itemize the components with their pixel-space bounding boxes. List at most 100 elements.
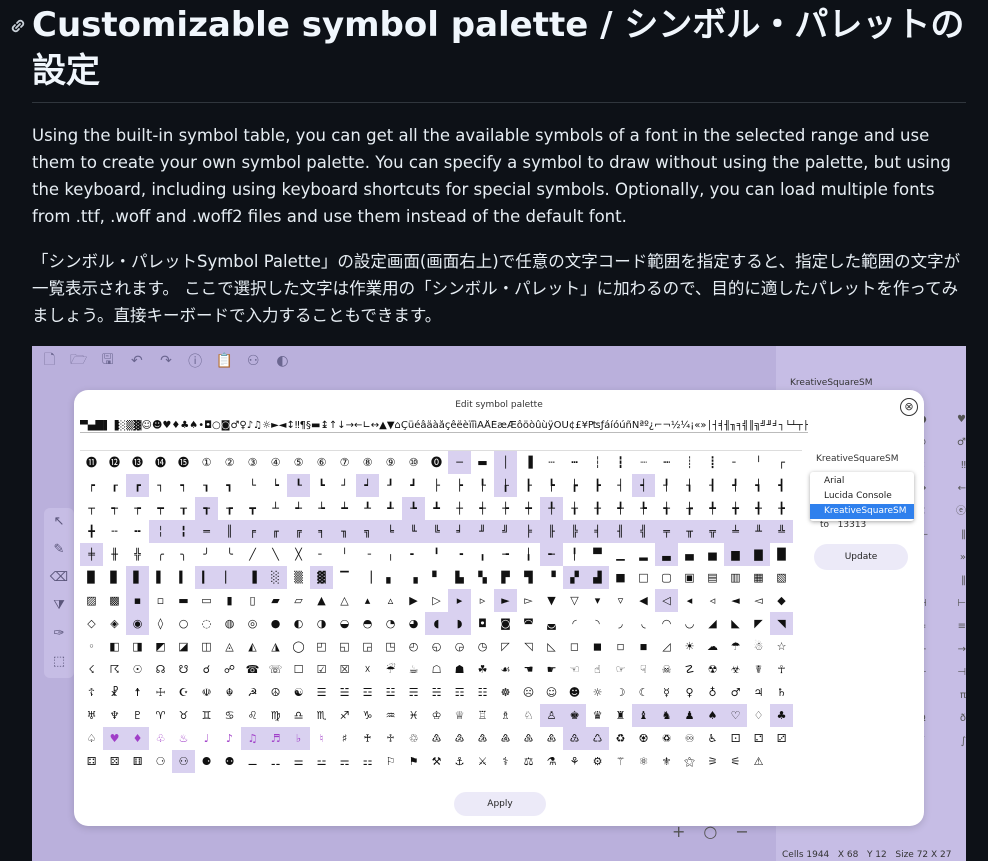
symbol-cell[interactable]: ╽ (517, 543, 540, 566)
symbol-cell[interactable]: ☘ (471, 658, 494, 681)
symbol-cell[interactable]: ☵ (425, 681, 448, 704)
symbol-cell[interactable]: ╖ (333, 520, 356, 543)
symbol-cell[interactable]: ☀ (678, 635, 701, 658)
symbol-cell[interactable]: ⚁ (747, 727, 770, 750)
symbol-cell[interactable]: ◆ (770, 589, 793, 612)
symbol-cell[interactable]: ╆ (678, 497, 701, 520)
symbol-cell[interactable]: ▰ (264, 589, 287, 612)
symbol-cell[interactable]: ═ (195, 520, 218, 543)
symbol-cell[interactable]: ⚝ (678, 750, 701, 773)
symbol-cell[interactable]: ▁ (609, 543, 632, 566)
symbol-cell[interactable]: ⚏ (356, 750, 379, 773)
symbol-cell[interactable]: ║ (218, 520, 241, 543)
symbol-cell[interactable]: ♌ (241, 704, 264, 727)
symbol-cell[interactable]: ⚀ (724, 727, 747, 750)
symbol-cell[interactable]: ☞ (609, 658, 632, 681)
clipboard-icon[interactable]: 📋 (215, 353, 234, 369)
symbol-cell[interactable]: ♫ (241, 727, 264, 750)
symbol-cell[interactable]: ◺ (540, 635, 563, 658)
symbol-cell[interactable]: ◰ (310, 635, 333, 658)
symbol-cell[interactable]: ┚ (379, 474, 402, 497)
symbol-cell[interactable]: ► (494, 589, 517, 612)
symbol-cell[interactable]: ⚈ (195, 750, 218, 773)
symbol-cell[interactable]: ♂ (724, 681, 747, 704)
symbol-cell[interactable]: ☦ (80, 681, 103, 704)
symbol-cell[interactable]: ☝ (586, 658, 609, 681)
symbol-cell[interactable]: ☧ (103, 681, 126, 704)
symbol-cell[interactable]: ╂ (586, 497, 609, 520)
symbol-cell[interactable]: ☶ (448, 681, 471, 704)
symbol-cell[interactable]: ╰ (218, 543, 241, 566)
symbol-cell[interactable]: ☂ (724, 635, 747, 658)
symbol-cell[interactable]: ╼ (494, 543, 517, 566)
fill-tool-icon[interactable]: ⧩ (44, 592, 74, 620)
symbol-cell[interactable]: ○ (172, 612, 195, 635)
symbol-cell[interactable]: ◀ (632, 589, 655, 612)
symbol-cell[interactable]: ♩ (195, 727, 218, 750)
symbol-cell[interactable]: ╔ (287, 520, 310, 543)
symbol-cell[interactable]: ╀ (540, 497, 563, 520)
symbol-cell[interactable]: ♲ (402, 727, 425, 750)
side-panel-row[interactable]: «» (918, 546, 966, 569)
symbol-cell[interactable]: ┌ (770, 451, 793, 474)
symbol-cell[interactable]: ╱ (241, 543, 264, 566)
symbol-cell[interactable]: ┤ (609, 474, 632, 497)
symbol-cell[interactable]: ▥ (724, 566, 747, 589)
symbol-cell[interactable]: ◄ (724, 589, 747, 612)
symbol-cell[interactable]: ☬ (218, 681, 241, 704)
symbol-cell[interactable]: ▫ (149, 589, 172, 612)
current-palette-strip[interactable]: ▀▄█▌▐░▒▓☺☻♥♦♣♠•◘○◙♂♀♪♫☼►◄↕‼¶§▬↨↑↓→←∟↔▲▼⌂… (80, 420, 808, 433)
symbol-cell[interactable]: ╟ (540, 520, 563, 543)
symbol-cell[interactable]: ┝ (448, 474, 471, 497)
symbol-cell[interactable]: ♓ (402, 704, 425, 727)
new-file-icon[interactable]: 🗋 (40, 349, 59, 373)
symbol-cell[interactable]: ☁ (701, 635, 724, 658)
symbol-cell[interactable]: ╾ (540, 543, 563, 566)
symbol-cell[interactable]: ▪ (126, 589, 149, 612)
symbol-cell[interactable]: ① (195, 451, 218, 474)
symbol-cell[interactable]: ⚘ (563, 750, 586, 773)
symbol-cell[interactable]: ☿ (655, 681, 678, 704)
symbol-cell[interactable]: ┩ (724, 474, 747, 497)
symbol-cell[interactable]: ◣ (724, 612, 747, 635)
symbol-cell[interactable]: ⚉ (218, 750, 241, 773)
symbol-cell[interactable]: ┬ (80, 497, 103, 520)
symbol-cell[interactable]: ☣ (724, 658, 747, 681)
symbol-cell[interactable]: ◅ (747, 589, 770, 612)
symbol-cell[interactable]: ▐ (517, 451, 540, 474)
symbol-cell[interactable]: ♙ (540, 704, 563, 727)
undo-icon[interactable]: ↶ (127, 353, 146, 369)
symbol-cell[interactable]: ┛ (402, 474, 425, 497)
symbol-cell[interactable]: ▩ (103, 589, 126, 612)
symbol-cell[interactable]: ☽ (609, 681, 632, 704)
symbol-cell[interactable]: ╙ (402, 520, 425, 543)
symbol-cell[interactable]: ♑ (356, 704, 379, 727)
symbol-cell[interactable]: ┟ (494, 474, 517, 497)
symbol-cell[interactable]: ┒ (195, 474, 218, 497)
symbol-cell[interactable]: ┴ (264, 497, 287, 520)
symbol-cell[interactable]: ◚ (517, 612, 540, 635)
symbol-cell[interactable]: ⚅ (126, 750, 149, 773)
symbol-cell[interactable]: ☚ (517, 658, 540, 681)
symbol-cell[interactable]: ⚚ (609, 750, 632, 773)
symbol-cell[interactable]: ◁ (655, 589, 678, 612)
symbol-cell[interactable]: ╸ (402, 543, 425, 566)
symbol-cell[interactable]: ┼ (448, 497, 471, 520)
symbol-cell[interactable]: ┆ (586, 451, 609, 474)
symbol-cell[interactable]: ◉ (126, 612, 149, 635)
symbol-cell[interactable]: ▵ (379, 589, 402, 612)
symbol-cell[interactable]: ☙ (494, 658, 517, 681)
symbol-cell[interactable]: ◔ (379, 612, 402, 635)
range-to-field[interactable]: to 13313 (820, 520, 866, 530)
symbol-cell[interactable]: ♰ (356, 727, 379, 750)
symbol-cell[interactable]: ┲ (218, 497, 241, 520)
symbol-cell[interactable]: ┾ (494, 497, 517, 520)
symbol-cell[interactable]: ▽ (563, 589, 586, 612)
symbol-cell[interactable]: ╣ (632, 520, 655, 543)
symbol-cell[interactable]: ☰ (310, 681, 333, 704)
symbol-cell[interactable]: ◜ (563, 612, 586, 635)
symbol-cell[interactable]: ⚂ (770, 727, 793, 750)
symbol-cell[interactable]: ╁ (563, 497, 586, 520)
symbol-cell[interactable]: ⑦ (333, 451, 356, 474)
symbol-cell[interactable]: ■ (609, 566, 632, 589)
